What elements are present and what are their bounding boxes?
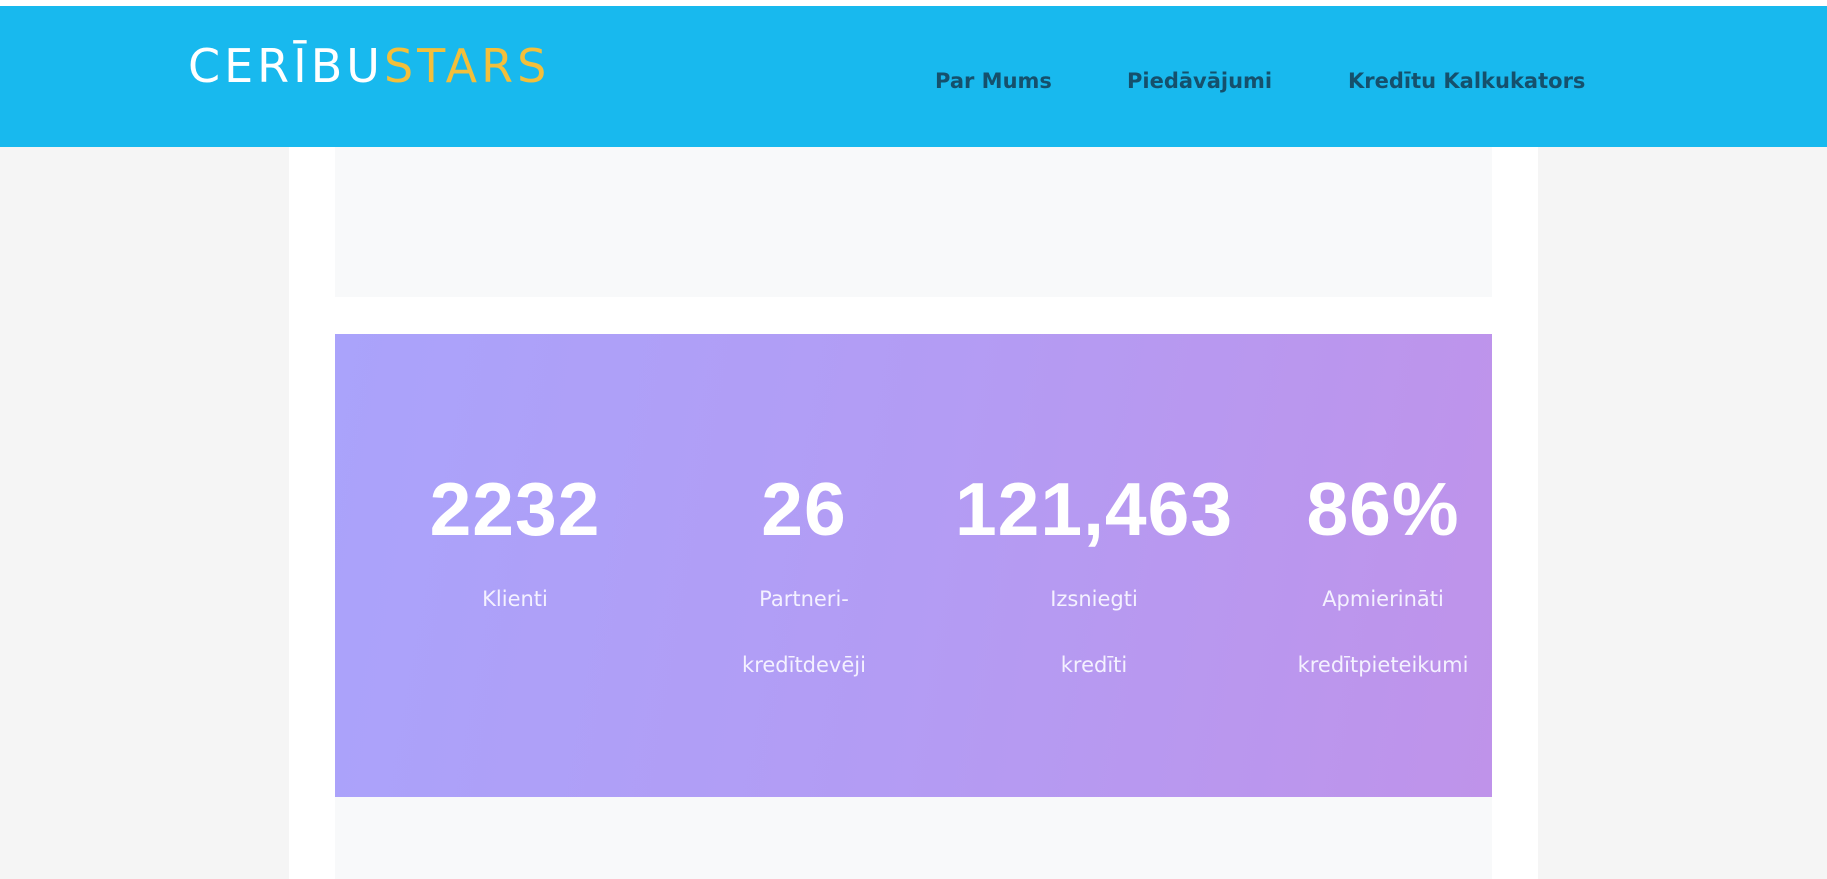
site-logo[interactable]: CERĪBUSTARS: [188, 36, 550, 96]
content-panel-top: [335, 147, 1492, 297]
stat-label-line: kredīti: [1060, 653, 1128, 677]
stat-value: 86%: [1306, 467, 1460, 551]
stat-label-line: Apmierināti: [1322, 587, 1444, 611]
stat-label-line: Klienti: [482, 587, 548, 611]
stats-section: 2232 Klienti 26 Partneri- kredītdevēji 1…: [335, 334, 1492, 797]
nav-link-par-mums[interactable]: Par Mums: [935, 66, 1052, 96]
stat-label-line: Izsniegti: [1050, 587, 1138, 611]
logo-text-primary: CERĪBU: [188, 39, 384, 93]
stat-label: Partneri- kredītdevēji: [654, 566, 954, 698]
logo-text-accent: STARS: [383, 39, 551, 93]
content-panel-bottom: [335, 797, 1492, 879]
nav-link-kreditu-kalkulators[interactable]: Kredītu Kalkukators: [1348, 66, 1585, 96]
stat-value: 26: [761, 467, 847, 551]
stat-value: 2232: [429, 467, 601, 551]
stat-label: Klienti: [365, 566, 665, 632]
stat-label-line: kredītpieteikumi: [1297, 653, 1469, 677]
stat-value: 121,463: [954, 467, 1234, 551]
stat-label: Izsniegti kredīti: [944, 566, 1244, 698]
stat-label: Apmierināti kredītpieteikumi: [1233, 566, 1533, 698]
nav-link-piedavajumi[interactable]: Piedāvājumi: [1127, 66, 1272, 96]
site-header: CERĪBUSTARS Par Mums Piedāvājumi Kredītu…: [0, 6, 1827, 147]
stat-label-line: kredītdevēji: [742, 653, 866, 677]
stat-label-line: Partneri-: [759, 587, 849, 611]
